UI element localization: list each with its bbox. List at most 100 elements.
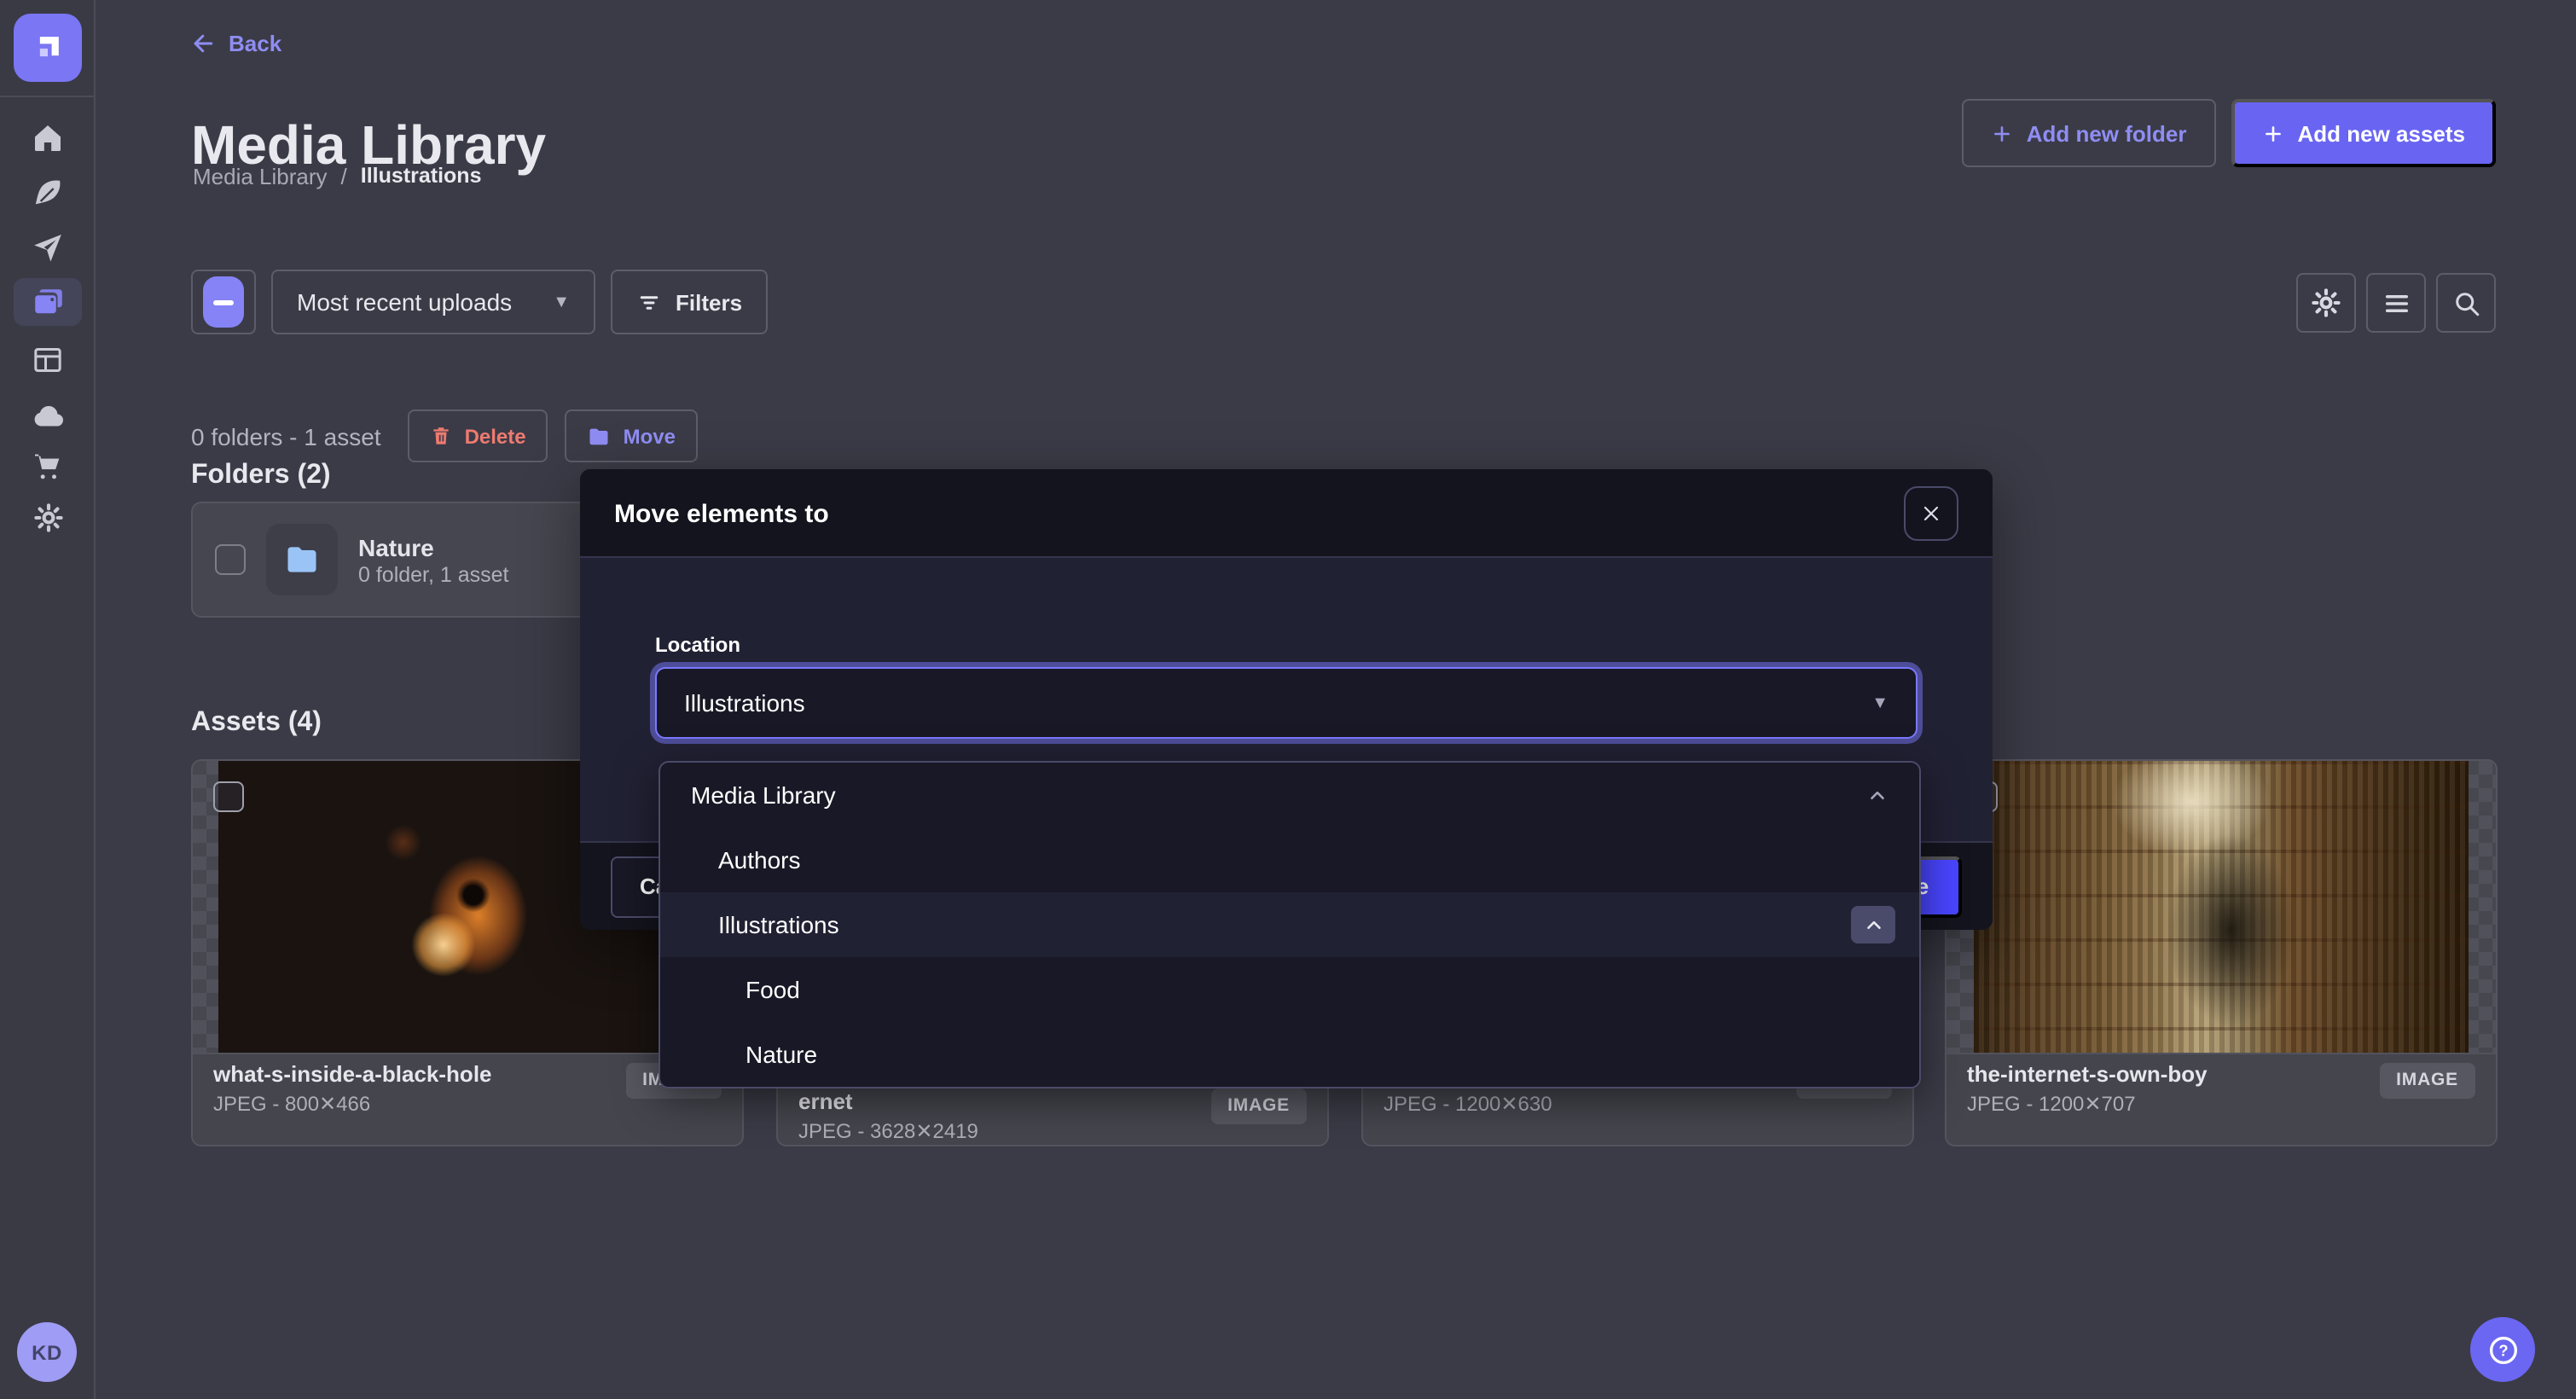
sidebar-item-feather[interactable] bbox=[14, 169, 82, 217]
assets-heading: Assets (4) bbox=[191, 708, 322, 739]
help-button[interactable]: ? bbox=[2470, 1317, 2535, 1382]
home-icon bbox=[31, 121, 65, 155]
location-option-nature[interactable]: Nature bbox=[660, 1022, 1919, 1087]
search-icon bbox=[2451, 287, 2481, 318]
location-option-authors[interactable]: Authors bbox=[660, 827, 1919, 892]
close-icon bbox=[1921, 503, 1941, 524]
sidebar-item-home[interactable] bbox=[14, 114, 82, 162]
add-new-assets-label: Add new assets bbox=[2297, 120, 2465, 146]
add-new-assets-button[interactable]: Add new assets bbox=[2231, 99, 2496, 167]
location-option-illustrations[interactable]: Illustrations bbox=[660, 892, 1919, 957]
sidebar-item-paper-plane[interactable] bbox=[14, 223, 82, 271]
add-new-folder-label: Add new folder bbox=[2027, 120, 2187, 146]
arrow-left-icon bbox=[191, 31, 217, 56]
sidebar-item-gear[interactable] bbox=[14, 493, 82, 541]
sidebar-item-cart[interactable] bbox=[14, 442, 82, 490]
sidebar-item-cloud[interactable] bbox=[14, 392, 82, 440]
location-option-label: Media Library bbox=[691, 781, 836, 809]
add-new-folder-button[interactable]: Add new folder bbox=[1962, 99, 2216, 167]
list-icon bbox=[2381, 287, 2411, 318]
cart-icon bbox=[31, 449, 65, 483]
folder-title: Nature bbox=[358, 531, 509, 564]
folder-checkbox[interactable] bbox=[215, 544, 246, 575]
asset-title: what-s-inside-a-black-hole bbox=[213, 1061, 492, 1087]
location-label: Location bbox=[655, 633, 1917, 657]
svg-text:?: ? bbox=[2498, 1341, 2507, 1359]
asset-meta: JPEG - 800✕466 bbox=[213, 1092, 370, 1116]
sort-value: Most recent uploads bbox=[297, 288, 512, 316]
asset-meta: JPEG - 1200✕630 bbox=[1384, 1092, 1552, 1116]
view-actions bbox=[2296, 273, 2496, 333]
modal-close-button[interactable] bbox=[1904, 486, 1958, 541]
cloud-icon bbox=[30, 398, 66, 434]
library-portrait-photo bbox=[1974, 761, 2469, 1053]
asset-checkbox[interactable] bbox=[213, 781, 244, 812]
asset-preview bbox=[1947, 761, 2496, 1053]
question-icon: ? bbox=[2485, 1332, 2521, 1367]
delete-label: Delete bbox=[465, 424, 526, 448]
trash-icon bbox=[431, 425, 453, 447]
breadcrumb: Media Library / Illustrations bbox=[193, 164, 481, 189]
selection-summary: 0 folders - 1 asset bbox=[191, 422, 381, 450]
chevron-up-icon bbox=[1866, 784, 1888, 806]
modal-title: Move elements to bbox=[614, 500, 829, 529]
location-option-media-library[interactable]: Media Library bbox=[660, 763, 1919, 827]
asset-footer: the-internet-s-own-boy JPEG - 1200✕707 IMA… bbox=[1947, 1053, 2496, 1146]
location-option-label: Illustrations bbox=[718, 911, 839, 938]
filter-icon bbox=[636, 289, 662, 315]
asset-card-the-internet-s-own-boy[interactable]: the-internet-s-own-boy JPEG - 1200✕707 IMA… bbox=[1945, 759, 2498, 1146]
collapse-folder-button[interactable] bbox=[1851, 906, 1895, 943]
move-button[interactable]: Move bbox=[566, 409, 698, 462]
select-all-checkbox[interactable] bbox=[191, 270, 256, 334]
location-option-food[interactable]: Food bbox=[660, 957, 1919, 1022]
sidebar-item-images[interactable] bbox=[14, 278, 82, 326]
indeterminate-checkbox-mark bbox=[203, 276, 244, 328]
toolbar: Most recent uploads ▼ Filters bbox=[191, 270, 768, 334]
asset-type-badge: IMAGE bbox=[1210, 1088, 1307, 1123]
location-option-label: Nature bbox=[746, 1041, 817, 1068]
gear-icon bbox=[32, 501, 64, 533]
filters-label: Filters bbox=[676, 289, 742, 315]
asset-title: the-internet-s-own-boy bbox=[1967, 1061, 2208, 1087]
back-label: Back bbox=[229, 31, 281, 56]
sidebar-divider bbox=[0, 96, 96, 97]
caret-down-icon: ▼ bbox=[1871, 694, 1888, 712]
folder-icon bbox=[266, 524, 338, 595]
modal-header: Move elements to bbox=[580, 469, 1993, 558]
move-label: Move bbox=[624, 424, 676, 448]
asset-type-badge: IMAGE bbox=[2379, 1063, 2475, 1098]
plus-icon bbox=[2261, 122, 2283, 144]
strapi-logo[interactable] bbox=[14, 14, 82, 82]
sort-dropdown[interactable]: Most recent uploads ▼ bbox=[271, 270, 595, 334]
images-icon bbox=[30, 284, 66, 320]
gear-icon bbox=[2310, 287, 2342, 319]
caret-down-icon: ▼ bbox=[553, 293, 570, 311]
search-view-button[interactable] bbox=[2436, 273, 2496, 333]
location-dropdown: Media Library Authors Illustrations Food Nat… bbox=[659, 761, 1921, 1088]
delete-button[interactable]: Delete bbox=[409, 409, 548, 462]
breadcrumb-current: Illustrations bbox=[361, 164, 482, 189]
location-select[interactable]: Illustrations ▼ bbox=[655, 667, 1917, 739]
filters-button[interactable]: Filters bbox=[611, 270, 768, 334]
location-option-label: Food bbox=[746, 976, 800, 1003]
breadcrumb-separator: / bbox=[341, 164, 347, 189]
sidebar-item-layout[interactable] bbox=[14, 336, 82, 384]
layout-icon bbox=[31, 343, 65, 377]
feather-icon bbox=[31, 176, 65, 210]
folder-subtitle: 0 folder, 1 asset bbox=[358, 564, 509, 588]
main-navigation-sidebar: KD bbox=[0, 0, 96, 1399]
gear-view-button[interactable] bbox=[2296, 273, 2356, 333]
folder-texts: Nature 0 folder, 1 asset bbox=[358, 531, 509, 588]
folder-icon bbox=[588, 424, 612, 448]
list-view-button[interactable] bbox=[2366, 273, 2426, 333]
chevron-up-icon bbox=[1862, 914, 1884, 936]
user-avatar[interactable]: KD bbox=[17, 1322, 77, 1382]
plus-icon bbox=[1991, 122, 2013, 144]
asset-meta: JPEG - 3628✕2419 bbox=[798, 1119, 978, 1143]
header-actions: Add new folder Add new assets bbox=[1962, 99, 2496, 167]
asset-title: ernet bbox=[798, 1088, 853, 1114]
breadcrumb-root[interactable]: Media Library bbox=[193, 164, 328, 189]
back-link[interactable]: Back bbox=[191, 31, 281, 56]
asset-meta: JPEG - 1200✕707 bbox=[1967, 1092, 2136, 1116]
app-window: KD Back Media Library Media Library / Il… bbox=[0, 0, 2576, 1399]
